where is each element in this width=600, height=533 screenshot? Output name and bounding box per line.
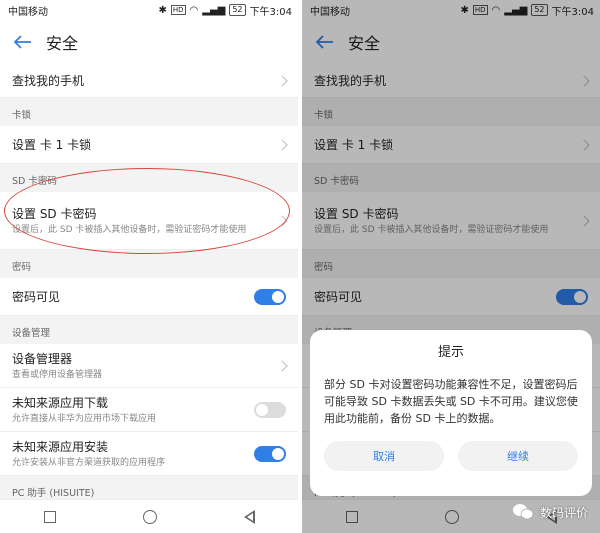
chevron-right-icon [276, 214, 288, 227]
unknown-install-desc: 允许安装从非官方渠道获取的应用程序 [12, 457, 166, 468]
watermark: 数码评价 [512, 503, 588, 521]
screenshot-stage: 中国移动 ✱ HD ◠ ▂▄▆ 52 下午3:04 安全 查找我的手机 卡锁 设… [0, 0, 600, 533]
title-bar: 安全 [0, 20, 298, 64]
status-bar: 中国移动 ✱ HD ◠ ▂▄▆ 52 下午3:04 [0, 0, 298, 20]
continue-button[interactable]: 继续 [458, 441, 578, 471]
watermark-text: 数码评价 [539, 505, 588, 520]
unknown-download-label: 未知来源应用下载 [12, 395, 109, 410]
card-lock-label: 设置 卡 1 卡锁 [12, 138, 92, 152]
recent-apps-icon[interactable] [43, 510, 56, 523]
section-sd-password: SD 卡密码 [0, 164, 298, 192]
unknown-download-desc: 允许直接从非华为应用市场下载应用 [12, 413, 157, 424]
unknown-download-item[interactable]: 未知来源应用下载 允许直接从非华为应用市场下载应用 [0, 388, 298, 432]
sd-password-item[interactable]: 设置 SD 卡密码 设置后，此 SD 卡被插入其他设备时，需验证密码才能使用 [0, 192, 298, 250]
dialog-title: 提示 [437, 344, 464, 360]
nav-bar [0, 499, 298, 533]
section-password: 密码 [0, 250, 298, 278]
sd-password-desc: 设置后，此 SD 卡被插入其他设备时，需验证密码才能使用 [12, 224, 247, 235]
cancel-button[interactable]: 取消 [324, 441, 444, 471]
chevron-right-icon [276, 138, 288, 151]
chevron-right-icon [276, 74, 288, 87]
sd-password-label: 设置 SD 卡密码 [12, 206, 97, 221]
carrier-label: 中国移动 [8, 6, 48, 18]
password-visible-toggle[interactable] [254, 288, 286, 305]
section-card-lock: 卡锁 [0, 98, 298, 126]
settings-screen-left: 中国移动 ✱ HD ◠ ▂▄▆ 52 下午3:04 安全 查找我的手机 卡锁 设… [0, 0, 298, 533]
unknown-install-toggle[interactable] [254, 445, 286, 462]
warning-dialog: 提示 部分 SD 卡对设置密码功能兼容性不足，设置密码后可能导致 SD 卡数据丢… [310, 330, 592, 496]
signal-icon: ▂▄▆ [202, 4, 226, 16]
section-device-management: 设备管理 [0, 316, 298, 344]
wifi-icon: ◠ [189, 4, 199, 16]
bluetooth-icon: ✱ [158, 4, 167, 16]
find-my-phone-label: 查找我的手机 [12, 74, 85, 88]
device-manager-item[interactable]: 设备管理器 查看或停用设备管理器 [0, 344, 298, 388]
device-manager-label: 设备管理器 [12, 351, 73, 366]
unknown-install-item[interactable]: 未知来源应用安装 允许安装从非官方渠道获取的应用程序 [0, 432, 298, 476]
wechat-icon [512, 503, 534, 521]
battery-icon: 52 [229, 4, 246, 16]
page-title: 安全 [46, 34, 79, 53]
card-lock-item[interactable]: 设置 卡 1 卡锁 [0, 126, 298, 164]
back-triangle-icon[interactable] [243, 509, 255, 524]
back-arrow-icon[interactable] [12, 31, 34, 53]
hd-icon: HD [170, 5, 186, 15]
settings-screen-right: 中国移动 ✱ HD ◠ ▂▄▆ 52 下午3:04 安全 查找我的手机 卡锁 设… [302, 0, 600, 533]
find-my-phone-item[interactable]: 查找我的手机 [0, 64, 298, 98]
chevron-right-icon [276, 359, 288, 372]
password-visible-label: 密码可见 [12, 290, 61, 304]
dialog-message: 部分 SD 卡对设置密码功能兼容性不足，设置密码后可能导致 SD 卡数据丢失或 … [324, 378, 578, 425]
password-visible-item[interactable]: 密码可见 [0, 278, 298, 316]
device-manager-desc: 查看或停用设备管理器 [12, 369, 103, 380]
unknown-download-toggle[interactable] [254, 401, 286, 418]
home-icon[interactable] [142, 509, 157, 524]
clock: 下午3:04 [249, 6, 292, 18]
unknown-install-label: 未知来源应用安装 [12, 439, 109, 454]
